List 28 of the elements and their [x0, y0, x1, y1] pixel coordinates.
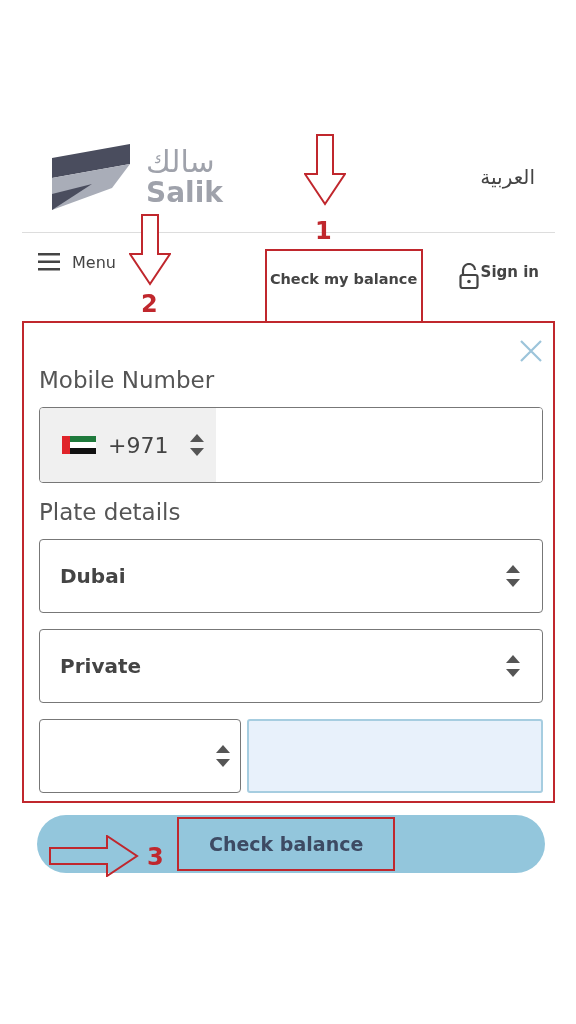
check-balance-link[interactable]: Check my balance: [264, 249, 423, 321]
step-number: 3: [147, 845, 164, 869]
down-arrow: [129, 214, 171, 286]
field-label: Mobile Number: [39, 367, 216, 393]
plate-number-input[interactable]: [247, 719, 543, 793]
updown-icon: [216, 745, 230, 767]
menu-button[interactable]: Menu: [22, 233, 116, 321]
updown-icon: [190, 434, 205, 456]
plate-code-select[interactable]: [39, 719, 241, 793]
phone-field[interactable]: +971: [39, 407, 543, 483]
sign-in-link[interactable]: Sign in: [458, 233, 539, 321]
updown-icon: [506, 565, 520, 587]
logo-text: Salik: [146, 179, 223, 207]
step-number: 1: [315, 219, 332, 243]
logo-arabic-text: سالك: [146, 147, 216, 177]
plate-type-select[interactable]: Private: [39, 629, 543, 703]
down-arrow: [304, 134, 346, 206]
field-label: Plate details: [39, 499, 182, 525]
emirate-select[interactable]: Dubai: [39, 539, 543, 613]
flag-icon: [62, 436, 96, 454]
step-number: 2: [141, 292, 158, 316]
language-link[interactable]: العربية: [480, 165, 545, 189]
logo-icon: [52, 144, 132, 210]
close-icon[interactable]: [519, 339, 543, 363]
country-code-select[interactable]: +971: [40, 408, 216, 482]
lock-icon: [458, 263, 479, 289]
updown-icon: [506, 655, 520, 677]
menu-icon: [38, 253, 60, 271]
